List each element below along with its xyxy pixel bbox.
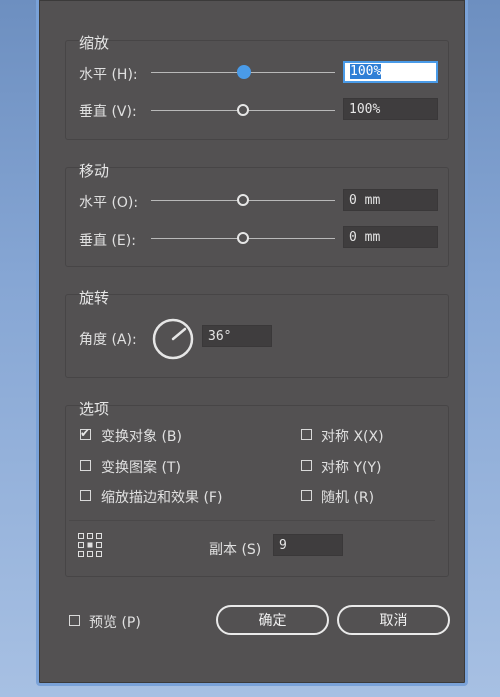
reference-point-grid-icon[interactable] bbox=[77, 532, 103, 558]
ok-button[interactable]: 确定 bbox=[216, 605, 329, 635]
move-vertical-slider-knob[interactable] bbox=[237, 232, 249, 244]
checkmark-icon: ✔ bbox=[80, 426, 91, 440]
scale-vertical-label: 垂直 (V): bbox=[79, 104, 137, 120]
reflect-y-label[interactable]: 对称 Y(Y) bbox=[321, 457, 381, 477]
scale-horizontal-label: 水平 (H): bbox=[79, 67, 138, 83]
cancel-button[interactable]: 取消 bbox=[337, 605, 450, 635]
scale-vertical-input[interactable]: 100% bbox=[343, 98, 438, 120]
rotate-angle-input[interactable]: 36° bbox=[202, 325, 272, 347]
scale-horizontal-slider-knob[interactable] bbox=[237, 65, 251, 79]
move-group bbox=[65, 167, 449, 267]
random-label[interactable]: 随机 (R) bbox=[321, 487, 374, 507]
scale-vertical-slider-knob[interactable] bbox=[237, 104, 249, 116]
transform-patterns-label[interactable]: 变换图案 (T) bbox=[101, 457, 181, 477]
scale-group bbox=[65, 40, 449, 140]
scale-strokes-label[interactable]: 缩放描边和效果 (F) bbox=[101, 487, 222, 507]
scale-horizontal-input[interactable]: 100% bbox=[343, 61, 438, 83]
options-title: 选项 bbox=[79, 400, 110, 418]
move-horizontal-slider-knob[interactable] bbox=[237, 194, 249, 206]
preview-label[interactable]: 预览 (P) bbox=[89, 612, 141, 632]
rotate-title: 旋转 bbox=[79, 289, 110, 307]
copies-input[interactable]: 9 bbox=[273, 534, 343, 556]
reflect-y-checkbox[interactable] bbox=[301, 460, 312, 471]
random-checkbox[interactable] bbox=[301, 490, 312, 501]
transform-each-dialog: 缩放 水平 (H): 100% 垂直 (V): 100% 移动 水平 (O): … bbox=[36, 0, 468, 686]
preview-checkbox[interactable] bbox=[69, 615, 80, 626]
reflect-x-checkbox[interactable] bbox=[301, 429, 312, 440]
scale-title: 缩放 bbox=[79, 34, 110, 52]
move-horizontal-label: 水平 (O): bbox=[79, 195, 139, 211]
angle-dial-icon[interactable] bbox=[151, 317, 195, 361]
copies-label: 副本 (S) bbox=[209, 542, 262, 558]
scale-strokes-checkbox[interactable] bbox=[80, 490, 91, 501]
move-horizontal-input[interactable]: 0 mm bbox=[343, 189, 438, 211]
transform-patterns-checkbox[interactable] bbox=[80, 460, 91, 471]
scale-horizontal-value: 100% bbox=[350, 64, 382, 79]
move-vertical-label: 垂直 (E): bbox=[79, 233, 136, 249]
move-vertical-input[interactable]: 0 mm bbox=[343, 226, 438, 248]
transform-objects-checkbox[interactable]: ✔ bbox=[80, 426, 91, 440]
rotate-angle-label: 角度 (A): bbox=[79, 332, 137, 348]
transform-objects-label[interactable]: 变换对象 (B) bbox=[101, 426, 182, 446]
options-divider bbox=[69, 520, 435, 521]
move-title: 移动 bbox=[79, 162, 110, 180]
reflect-x-label[interactable]: 对称 X(X) bbox=[321, 426, 384, 446]
